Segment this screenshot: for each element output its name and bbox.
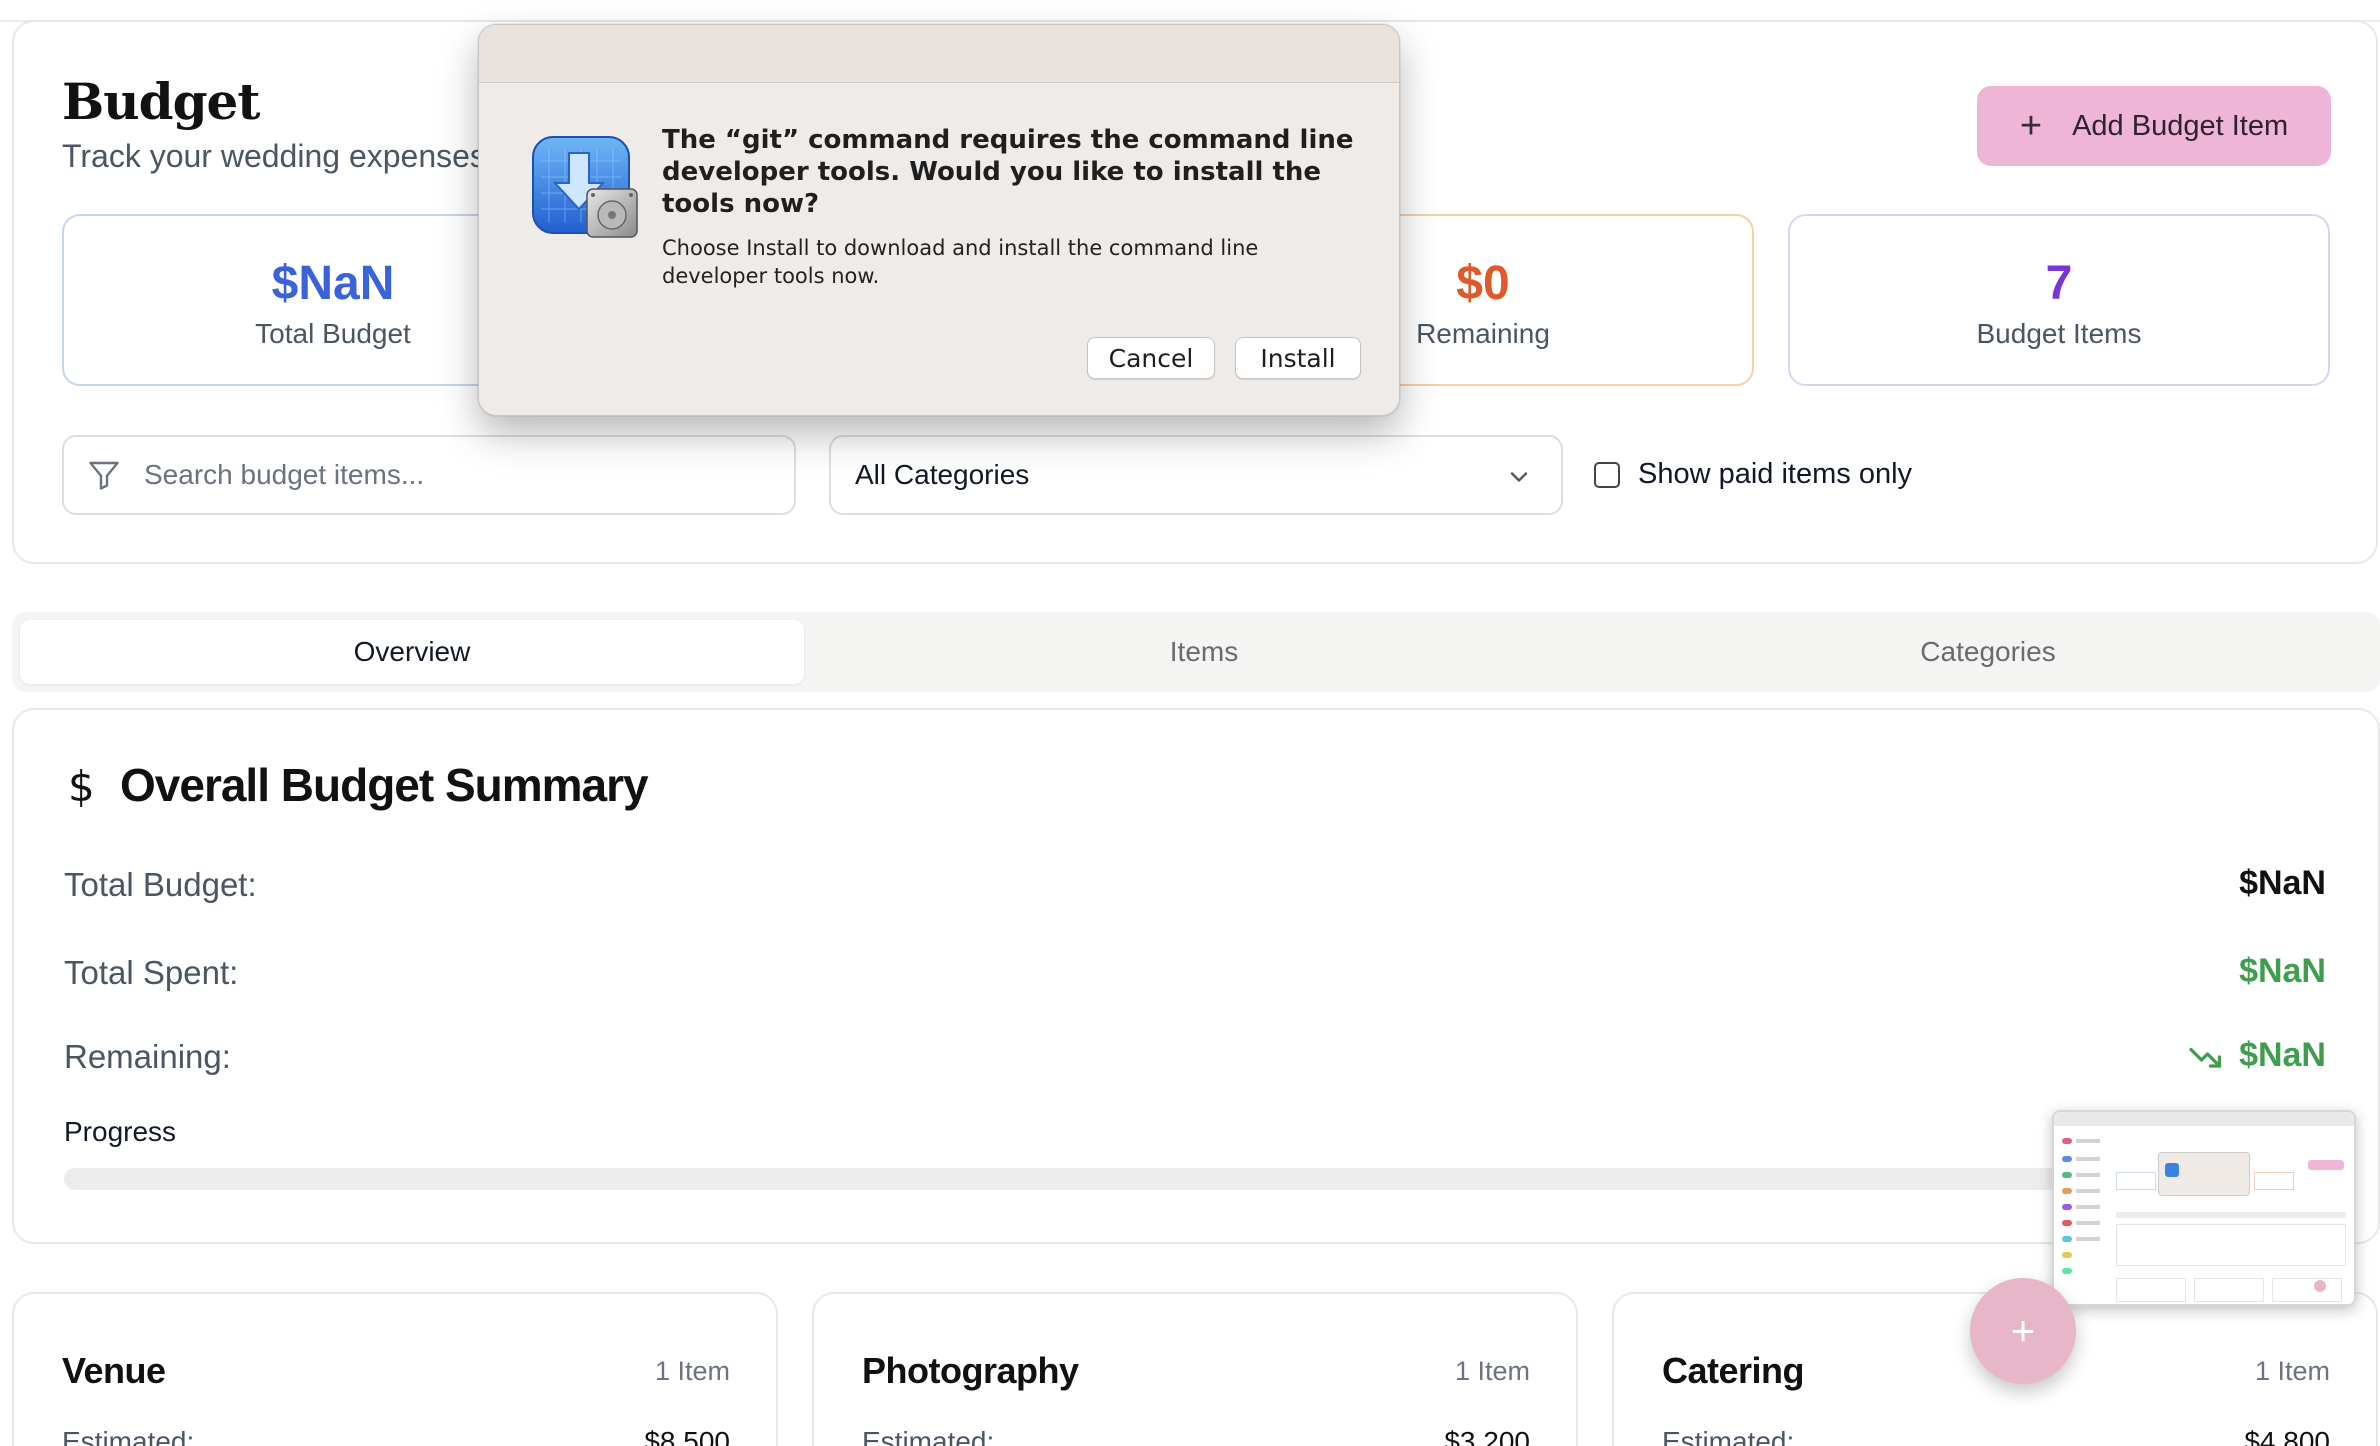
summary-label-total-budget: Total Budget:: [64, 866, 257, 903]
thumbnail-stat-card: [2254, 1172, 2294, 1190]
paid-only-checkbox[interactable]: [1594, 462, 1620, 488]
page-subtitle: Track your wedding expenses: [62, 138, 486, 174]
category-select-value: All Categories: [855, 459, 1030, 490]
page-title: Budget: [62, 72, 260, 131]
category-item-count: 1 Item: [1454, 1356, 1530, 1386]
category-estimated-label: Estimated:: [1662, 1426, 1795, 1446]
thumbnail-sidebar-dot: [2062, 1156, 2072, 1162]
category-card-venue[interactable]: Venue 1 Item Estimated: $8,500: [12, 1292, 778, 1446]
thumbnail-category-card: [2194, 1278, 2264, 1302]
thumbnail-sidebar-text: [2076, 1139, 2100, 1143]
thumbnail-sidebar-text: [2076, 1237, 2100, 1241]
dollar-sign-icon: $: [68, 762, 95, 811]
category-estimated-value: $8,500: [644, 1426, 730, 1446]
thumbnail-tabs: [2116, 1212, 2346, 1218]
category-item-count: 1 Item: [2254, 1356, 2330, 1386]
summary-label-remaining: Remaining:: [64, 1038, 231, 1075]
plus-icon: +: [2019, 105, 2043, 147]
summary-label-total-spent: Total Spent:: [64, 954, 239, 991]
install-button[interactable]: Install: [1235, 337, 1361, 379]
category-estimated-label: Estimated:: [862, 1426, 995, 1446]
thumbnail-sidebar-text: [2076, 1189, 2100, 1193]
summary-title: Overall Budget Summary: [120, 759, 649, 811]
thumbnail-sidebar-dot: [2062, 1204, 2072, 1210]
thumbnail-sidebar-text: [2076, 1173, 2100, 1177]
stat-label-budget-items: Budget Items: [1976, 318, 2142, 349]
stat-card-budget-items: 7 Budget Items: [1788, 214, 2330, 386]
trending-down-icon: [2189, 1047, 2222, 1068]
chevron-down-icon: [1510, 472, 1528, 482]
thumbnail-sidebar-text: [2076, 1221, 2100, 1225]
summary-value-total-budget: $NaN: [2239, 864, 2326, 902]
category-estimated-value: $4,800: [2244, 1426, 2330, 1446]
category-estimated-value: $3,200: [1444, 1426, 1530, 1446]
thumbnail-category-card: [2116, 1278, 2186, 1302]
category-name: Venue: [62, 1350, 166, 1391]
thumbnail-sidebar-dot: [2062, 1220, 2072, 1226]
thumbnail-browser-bar: [2054, 1112, 2354, 1126]
thumbnail-fab: [2314, 1280, 2326, 1292]
thumbnail-add-button: [2308, 1160, 2344, 1170]
tab-categories[interactable]: Categories: [1596, 620, 2380, 684]
screenshot-thumbnail-preview[interactable]: [2052, 1110, 2356, 1306]
stat-value-budget-items: 7: [2045, 257, 2073, 310]
category-name: Photography: [862, 1350, 1079, 1391]
thumbnail-stat-card: [2116, 1172, 2156, 1190]
view-tabs: Overview Items Categories: [12, 612, 2380, 692]
progress-label: Progress: [64, 1116, 177, 1147]
developer-tools-installer-icon: [532, 136, 638, 238]
category-card-photography[interactable]: Photography 1 Item Estimated: $3,200: [812, 1292, 1578, 1446]
tab-overview[interactable]: Overview: [20, 620, 804, 684]
tab-items[interactable]: Items: [812, 620, 1596, 684]
filter-icon: [89, 461, 119, 490]
thumbnail-sidebar-dot: [2062, 1252, 2072, 1258]
category-estimated-label: Estimated:: [62, 1426, 195, 1446]
paid-only-label[interactable]: Show paid items only: [1638, 458, 1912, 491]
summary-value-remaining: $NaN: [2239, 1036, 2326, 1074]
floating-add-button[interactable]: +: [1970, 1278, 2076, 1384]
add-budget-item-label: Add Budget Item: [2072, 109, 2289, 142]
thumbnail-sidebar-text: [2076, 1157, 2100, 1161]
summary-value-total-spent: $NaN: [2239, 952, 2326, 990]
thumbnail-installer-icon: [2165, 1163, 2179, 1177]
cancel-button[interactable]: Cancel: [1087, 337, 1215, 379]
thumbnail-dialog: [2158, 1152, 2250, 1196]
dialog-message: The “git” command requires the command l…: [662, 125, 1354, 219]
thumbnail-sidebar-text: [2076, 1205, 2100, 1209]
install-developer-tools-dialog: The “git” command requires the command l…: [478, 24, 1400, 416]
category-select[interactable]: All Categories: [829, 435, 1563, 515]
budget-progress-bar: [64, 1168, 2334, 1190]
search-input[interactable]: [144, 437, 774, 513]
add-budget-item-button[interactable]: + Add Budget Item: [1977, 86, 2331, 166]
thumbnail-sidebar-dot: [2062, 1172, 2072, 1178]
window-top-edge: [0, 0, 2380, 22]
category-item-count: 1 Item: [654, 1356, 730, 1386]
thumbnail-summary-card: [2116, 1224, 2346, 1266]
thumbnail-sidebar-dot: [2062, 1236, 2072, 1242]
thumbnail-category-card: [2272, 1278, 2342, 1302]
thumbnail-sidebar-dot: [2062, 1138, 2072, 1144]
search-box: [62, 435, 796, 515]
category-name: Catering: [1662, 1350, 1805, 1391]
dialog-informative-text: Choose Install to download and install t…: [662, 236, 1259, 288]
thumbnail-sidebar-dot: [2062, 1188, 2072, 1194]
thumbnail-sidebar-dot: [2062, 1268, 2072, 1274]
dialog-titlebar: [479, 25, 1399, 83]
